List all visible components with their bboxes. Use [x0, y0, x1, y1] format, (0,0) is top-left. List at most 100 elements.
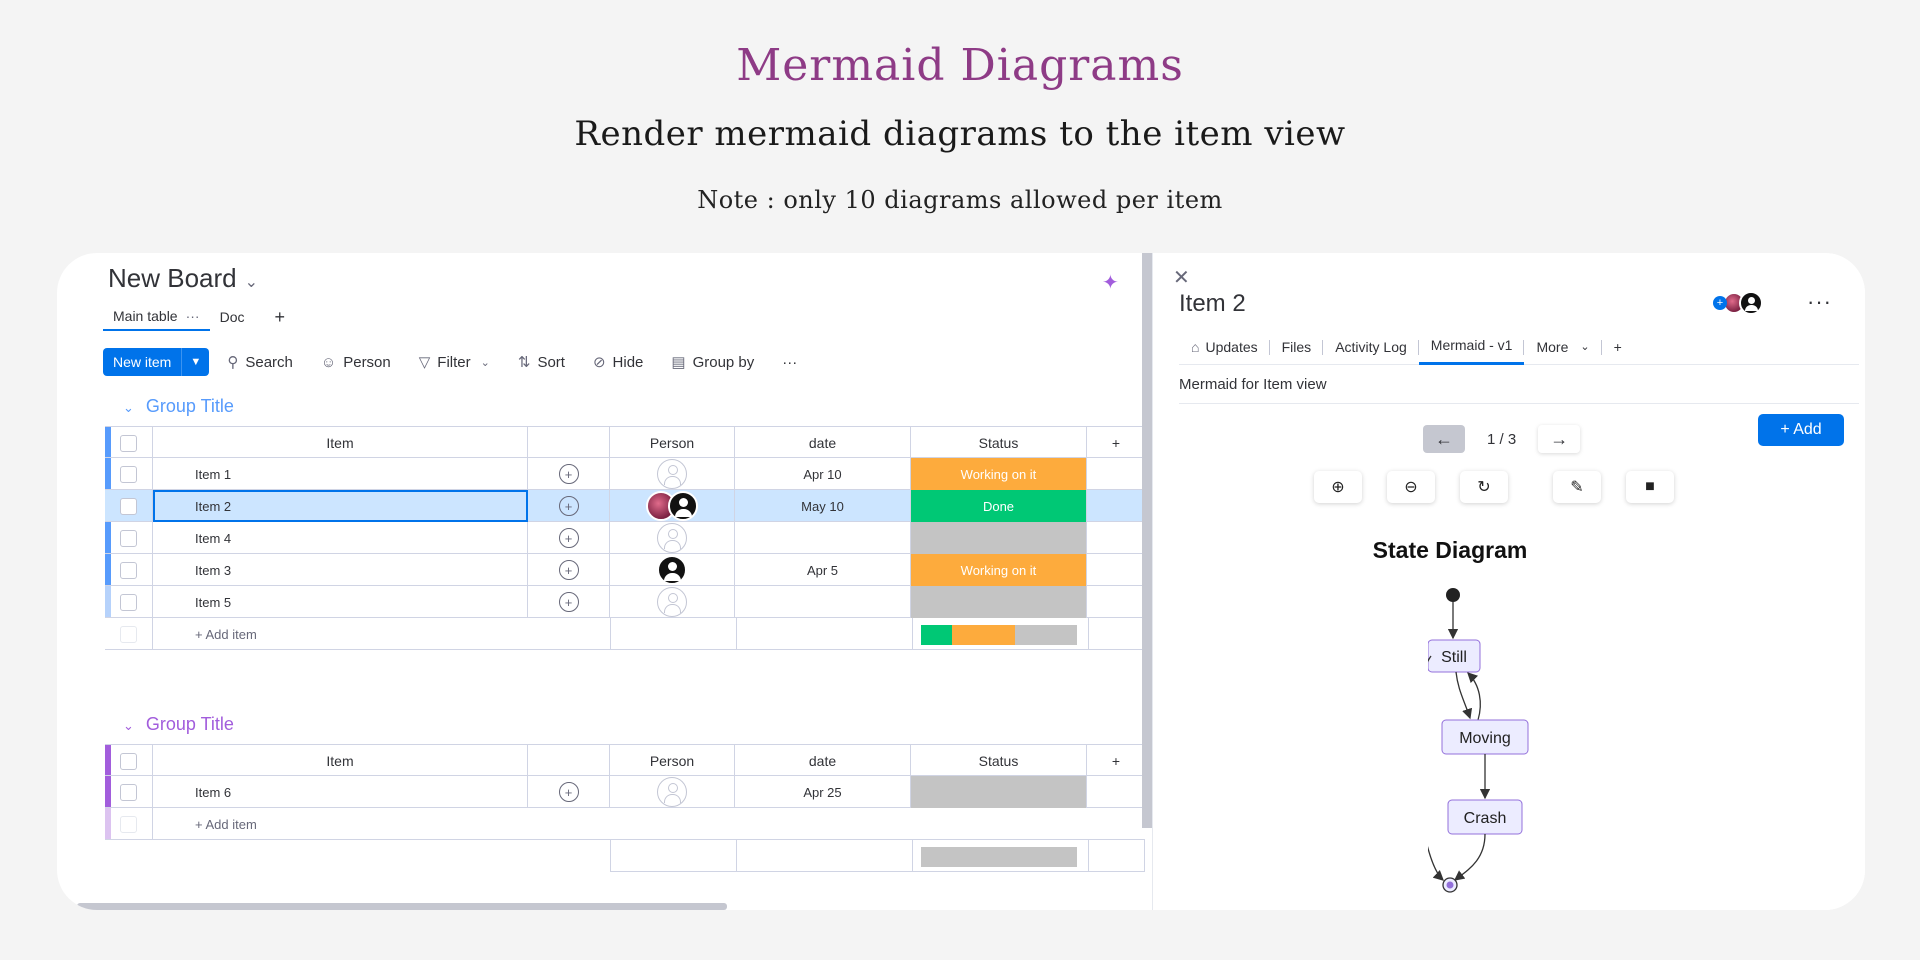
- table-row[interactable]: Item 5 +: [105, 586, 1145, 618]
- chevron-down-icon[interactable]: ⌄: [123, 400, 134, 415]
- status-cell[interactable]: Working on it: [911, 458, 1087, 490]
- row-item-name[interactable]: Item 1: [153, 458, 528, 490]
- tab-main-table[interactable]: Main table ···: [103, 303, 210, 331]
- add-view-icon[interactable]: +: [1602, 329, 1634, 365]
- add-item-row[interactable]: + Add item: [105, 808, 1145, 840]
- add-view-icon[interactable]: +: [265, 303, 296, 331]
- column-header-person[interactable]: Person: [610, 745, 735, 777]
- add-column-icon[interactable]: +: [1087, 745, 1145, 777]
- tab-files[interactable]: Files: [1270, 329, 1324, 365]
- date-cell[interactable]: [735, 522, 911, 554]
- delete-icon[interactable]: ■: [1626, 471, 1674, 503]
- vertical-scrollbar[interactable]: [1142, 253, 1152, 828]
- add-column-icon[interactable]: +: [1087, 427, 1145, 459]
- person-cell[interactable]: [610, 522, 735, 554]
- select-all-checkbox[interactable]: [105, 745, 153, 777]
- ai-sparkle-icon[interactable]: ✦: [1102, 270, 1119, 294]
- next-arrow-icon[interactable]: →: [1538, 425, 1581, 453]
- row-checkbox[interactable]: [105, 458, 153, 490]
- filter-button[interactable]: ▽ Filter ⌄: [419, 353, 490, 372]
- row-item-name[interactable]: Item 2: [153, 490, 528, 522]
- date-cell[interactable]: Apr 25: [735, 776, 911, 808]
- add-update-icon[interactable]: +: [528, 458, 610, 490]
- person-cell[interactable]: [610, 586, 735, 618]
- status-summary-bar[interactable]: [921, 847, 1077, 867]
- row-checkbox[interactable]: [105, 776, 153, 808]
- more-options-icon[interactable]: ···: [1807, 289, 1832, 315]
- row-checkbox[interactable]: [105, 522, 153, 554]
- zoom-out-icon[interactable]: ⊖: [1387, 471, 1435, 503]
- row-item-name[interactable]: Item 4: [153, 522, 528, 554]
- status-summary-bar[interactable]: [921, 625, 1078, 645]
- date-cell[interactable]: [735, 586, 911, 618]
- tab-doc[interactable]: Doc: [210, 303, 255, 331]
- tab-updates[interactable]: ⌂ Updates: [1179, 329, 1270, 365]
- add-diagram-button[interactable]: + Add: [1758, 414, 1844, 446]
- add-item-button[interactable]: + Add item: [195, 808, 257, 840]
- table-row[interactable]: Item 4 +: [105, 522, 1145, 554]
- status-cell[interactable]: Working on it: [911, 554, 1087, 586]
- status-cell[interactable]: [911, 522, 1087, 554]
- row-checkbox[interactable]: [105, 554, 153, 586]
- row-checkbox[interactable]: [105, 586, 153, 618]
- add-update-icon[interactable]: +: [528, 554, 610, 586]
- group-title-1[interactable]: ⌄ Group Title: [123, 396, 234, 417]
- column-header-date[interactable]: date: [735, 427, 911, 459]
- status-cell[interactable]: [911, 586, 1087, 618]
- sort-button[interactable]: ⇅ Sort: [518, 353, 565, 372]
- chevron-down-icon[interactable]: ▼: [181, 348, 209, 376]
- hide-button[interactable]: ⊘ Hide: [593, 353, 643, 372]
- table-row[interactable]: Item 1 + Apr 10 Working on it: [105, 458, 1145, 490]
- reset-icon[interactable]: ↻: [1460, 471, 1508, 503]
- row-item-name[interactable]: Item 3: [153, 554, 528, 586]
- date-cell[interactable]: Apr 5: [735, 554, 911, 586]
- item-title[interactable]: Item 2: [1179, 290, 1246, 318]
- table-row[interactable]: Item 6 + Apr 25: [105, 776, 1145, 808]
- column-header-date[interactable]: date: [735, 745, 911, 777]
- table-row[interactable]: Item 2 + May 10 Done: [105, 490, 1145, 522]
- table-row[interactable]: Item 3 + Apr 5 Working on it: [105, 554, 1145, 586]
- search-button[interactable]: ⚲ Search: [227, 353, 293, 372]
- column-header-status[interactable]: Status: [911, 427, 1087, 459]
- add-subscriber-icon[interactable]: +: [1713, 296, 1727, 310]
- column-header-person[interactable]: Person: [610, 427, 735, 459]
- column-header-item[interactable]: Item: [153, 745, 528, 777]
- person-filter-button[interactable]: ☺ Person: [321, 354, 391, 371]
- person-cell[interactable]: [610, 554, 735, 586]
- add-update-icon[interactable]: +: [528, 522, 610, 554]
- person-cell[interactable]: [610, 776, 735, 808]
- new-item-button[interactable]: New item ▼: [103, 348, 210, 376]
- row-item-name[interactable]: Item 5: [153, 586, 528, 618]
- group-by-button[interactable]: ▤ Group by: [671, 353, 754, 372]
- tab-more[interactable]: More ⌄: [1524, 329, 1602, 365]
- person-cell[interactable]: [610, 490, 735, 522]
- chevron-down-icon[interactable]: ⌄: [481, 356, 490, 369]
- tab-activity-log[interactable]: Activity Log: [1323, 329, 1419, 365]
- status-cell[interactable]: [911, 776, 1087, 808]
- horizontal-scrollbar[interactable]: [77, 903, 727, 910]
- tab-mermaid[interactable]: Mermaid - v1: [1418, 329, 1525, 365]
- board-title[interactable]: New Board ⌄: [108, 263, 258, 294]
- date-cell[interactable]: May 10: [735, 490, 911, 522]
- tab-options-icon[interactable]: ···: [186, 308, 200, 324]
- person-cell[interactable]: [610, 458, 735, 490]
- status-cell[interactable]: Done: [911, 490, 1087, 522]
- column-header-item[interactable]: Item: [153, 427, 528, 459]
- zoom-in-icon[interactable]: ⊕: [1314, 471, 1362, 503]
- group-title-2[interactable]: ⌄ Group Title: [123, 714, 234, 735]
- subscribers[interactable]: +: [1713, 291, 1763, 315]
- add-update-icon[interactable]: +: [528, 586, 610, 618]
- select-all-checkbox[interactable]: [105, 427, 153, 459]
- more-options-icon[interactable]: ···: [782, 354, 797, 371]
- add-update-icon[interactable]: +: [528, 490, 610, 522]
- add-update-icon[interactable]: +: [528, 776, 610, 808]
- add-item-button[interactable]: + Add item: [195, 618, 257, 650]
- date-cell[interactable]: Apr 10: [735, 458, 911, 490]
- prev-arrow-icon[interactable]: ←: [1423, 425, 1465, 453]
- edit-icon[interactable]: ✎: [1553, 471, 1601, 503]
- close-icon[interactable]: ✕: [1173, 265, 1190, 290]
- chevron-down-icon[interactable]: ⌄: [123, 718, 134, 733]
- row-item-name[interactable]: Item 6: [153, 776, 528, 808]
- column-header-status[interactable]: Status: [911, 745, 1087, 777]
- row-checkbox[interactable]: [105, 490, 153, 522]
